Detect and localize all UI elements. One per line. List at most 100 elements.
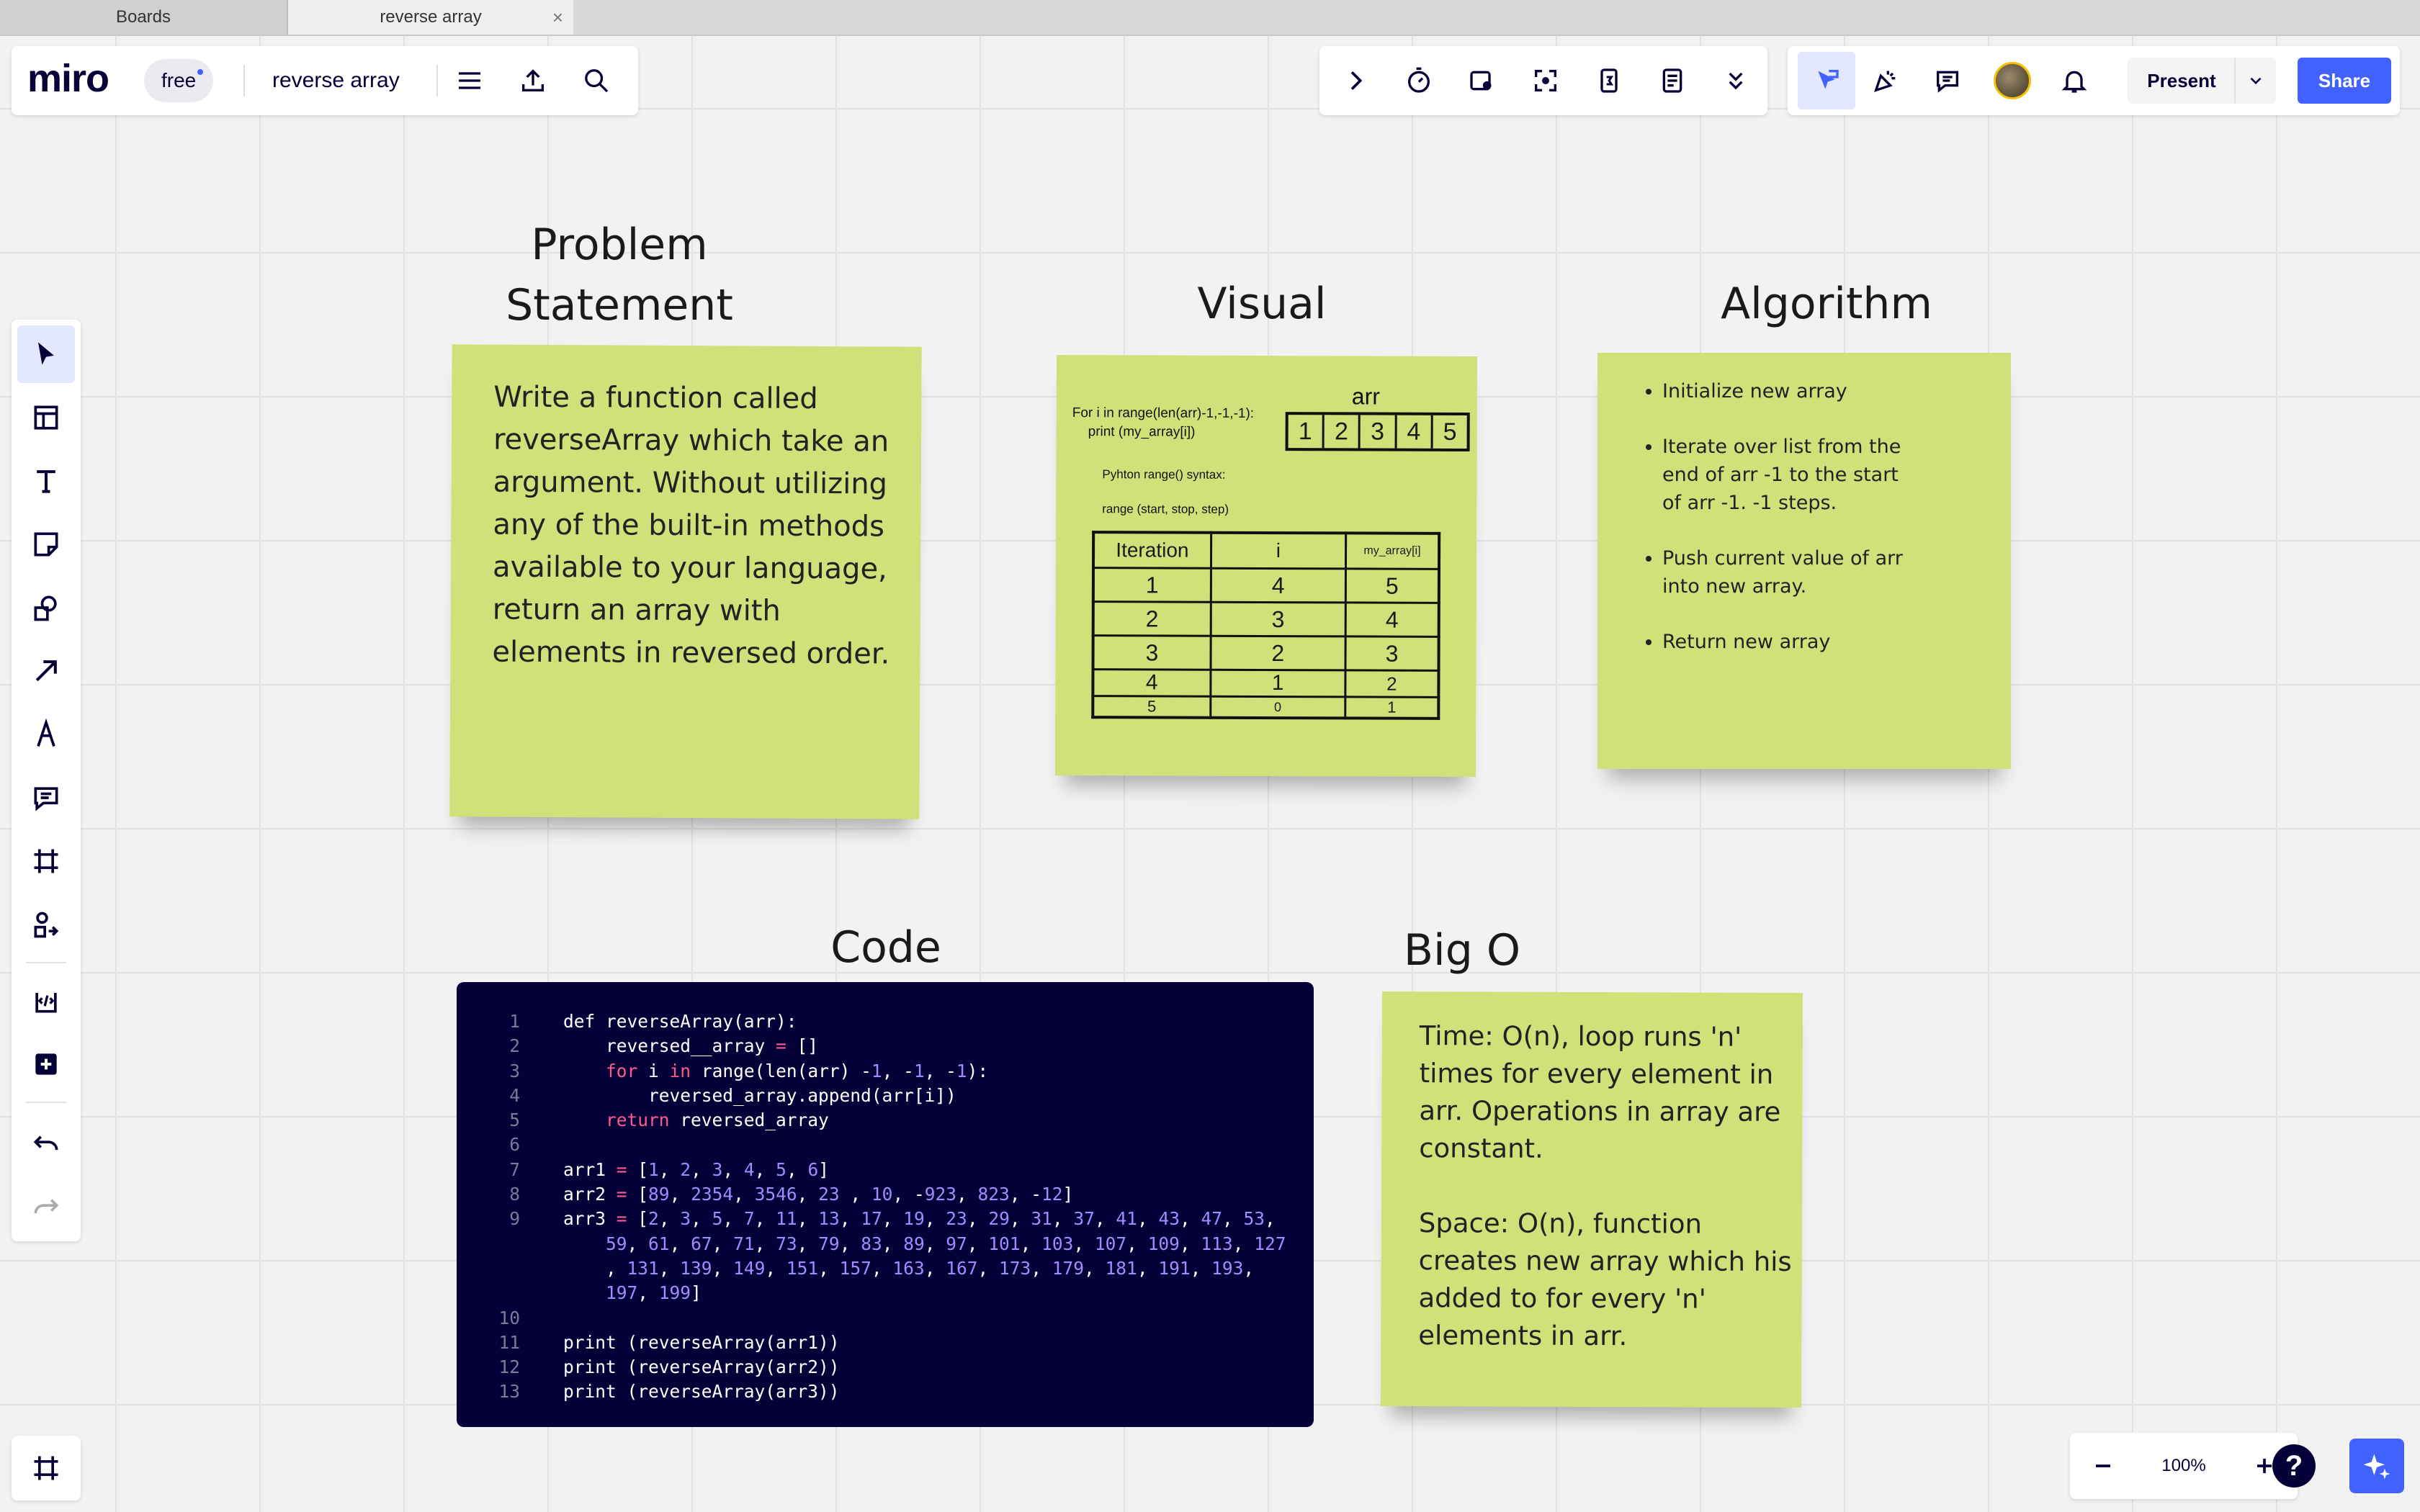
code-embed-icon <box>35 993 57 1013</box>
voting-icon <box>1600 68 1618 93</box>
search-icon <box>585 69 609 93</box>
table-row: 1 4 5 <box>1093 567 1439 603</box>
sticky-note-algorithm[interactable]: Initialize new array Iterate over list f… <box>1597 353 2011 769</box>
help-button[interactable]: ? <box>2272 1444 2316 1488</box>
frames-button[interactable] <box>17 1439 75 1497</box>
more-apps-tool[interactable] <box>17 1035 75 1093</box>
table-cell: 2 <box>1345 670 1439 698</box>
present-button[interactable]: Present <box>2128 58 2236 104</box>
code-text: print (reverseArray(arr2)) <box>563 1356 840 1378</box>
algorithm-step: Return new array <box>1662 628 1922 656</box>
focus-icon <box>1535 70 1556 91</box>
algorithm-heading: Algorithm <box>1721 279 1932 329</box>
sticky-note-visual[interactable]: For i in range(len(arr)-1,-1,-1): print … <box>1054 354 1478 778</box>
algorithm-steps: Initialize new array Iterate over list f… <box>1641 377 1922 683</box>
reactions-button[interactable] <box>1867 62 1904 99</box>
select-tool[interactable] <box>17 325 75 383</box>
board-tools-panel <box>1319 46 1767 115</box>
pen-tool[interactable] <box>17 706 75 763</box>
sticky-note-tool[interactable] <box>17 516 75 573</box>
undo-icon <box>33 1135 58 1151</box>
notifications-button[interactable] <box>2056 62 2093 99</box>
focus-button[interactable] <box>1527 62 1564 99</box>
comment-tool[interactable] <box>17 769 75 827</box>
text-tool[interactable] <box>17 452 75 510</box>
browser-tab-reverse-array[interactable]: reverse array × <box>288 0 573 35</box>
browser-tab-boards[interactable]: Boards <box>0 0 288 35</box>
diagram-icon <box>34 912 59 938</box>
table-cell: 2 <box>1093 601 1211 636</box>
collaboration-cursor-button[interactable] <box>1798 52 1855 109</box>
avatar[interactable] <box>1994 62 2031 99</box>
export-button[interactable] <box>514 62 552 99</box>
frames-panel-button[interactable] <box>12 1436 81 1500</box>
code-line: 59, 61, 67, 71, 73, 79, 83, 89, 97, 101,… <box>477 1233 1286 1254</box>
notes-button[interactable] <box>1654 62 1691 99</box>
array-cell: 5 <box>1443 418 1457 446</box>
embed-tool[interactable] <box>17 972 75 1030</box>
line-number: 9 <box>509 1208 520 1230</box>
frame-tool[interactable] <box>17 832 75 890</box>
zoom-out-button[interactable] <box>2084 1447 2122 1485</box>
close-icon[interactable]: × <box>552 0 563 35</box>
problem-heading-line2: Statement <box>506 280 733 330</box>
voting-button[interactable] <box>1590 62 1628 99</box>
visual-for-line1: For i in range(len(arr)-1,-1,-1): <box>1072 405 1255 421</box>
timer-button[interactable] <box>1400 62 1438 99</box>
zoom-controls: 100% <box>2070 1433 2298 1499</box>
shapes-tool[interactable] <box>17 579 75 636</box>
timer-icon <box>1408 67 1430 93</box>
code-lines: 1 def reverseArray(arr): 2 reversed__arra… <box>477 1009 1286 1405</box>
code-text: arr1 = [1, 2, 3, 4, 5, 6] <box>563 1158 829 1180</box>
code-text: , 131, 139, 149, 151, 157, 163, 167, 173… <box>563 1257 1255 1279</box>
templates-icon <box>34 405 58 430</box>
code-line: 12 print (reverseArray(arr2)) <box>477 1356 840 1378</box>
share-button[interactable]: Share <box>2298 58 2391 104</box>
code-block[interactable]: 1 def reverseArray(arr): 2 reversed__arra… <box>457 982 1314 1427</box>
visual-arr-label: arr <box>1351 383 1380 410</box>
code-line: 11 print (reverseArray(arr1)) <box>477 1332 839 1353</box>
video-icon <box>1470 71 1492 91</box>
visual-for-loop-text: For i in range(len(arr)-1,-1,-1): print … <box>1072 404 1255 442</box>
problem-heading: Problem Statement <box>475 215 763 336</box>
sticky-note-big-o[interactable]: Time: O(n), loop runs 'n' times for ever… <box>1380 991 1803 1408</box>
pen-icon <box>37 719 55 747</box>
code-text: arr2 = [89, 2354, 3546, 23 , 10, -923, 8… <box>563 1184 1074 1205</box>
notification-dot <box>197 69 204 75</box>
code-heading: Code <box>830 922 941 973</box>
code-text: print (reverseArray(arr3)) <box>563 1381 840 1403</box>
code-text: 59, 61, 67, 71, 73, 79, 83, 89, 97, 101,… <box>606 1233 1286 1254</box>
connector-tool[interactable] <box>17 642 75 700</box>
plus-square-icon <box>35 1053 57 1075</box>
comments-button[interactable] <box>1929 62 1966 99</box>
table-row: 5 0 1 <box>1093 696 1439 719</box>
search-button[interactable] <box>578 62 615 99</box>
code-line: 6 <box>477 1134 563 1155</box>
code-line: 7 arr1 = [1, 2, 3, 4, 5, 6] <box>477 1159 829 1180</box>
plan-badge[interactable]: free <box>144 59 214 102</box>
zoom-level[interactable]: 100% <box>2141 1433 2227 1499</box>
array-cell: 4 <box>1397 415 1433 449</box>
divider <box>436 65 438 96</box>
redo-button[interactable] <box>17 1178 75 1236</box>
arrow-icon <box>35 660 57 682</box>
visual-for-line2: print (my_array[i]) <box>1088 424 1196 440</box>
templates-tool[interactable] <box>17 389 75 446</box>
diagram-tool[interactable] <box>17 896 75 953</box>
present-options-button[interactable] <box>2234 58 2276 104</box>
more-tools-button[interactable] <box>1717 62 1754 99</box>
expand-tools-button[interactable] <box>1337 62 1374 99</box>
undo-button[interactable] <box>17 1115 75 1172</box>
ai-assist-button[interactable] <box>2349 1439 2404 1493</box>
video-chat-button[interactable] <box>1464 62 1501 99</box>
table-cell: 4 <box>1345 602 1439 637</box>
frame-icon <box>34 1456 58 1480</box>
board-header-panel: miro free reverse array <box>12 46 638 115</box>
table-header: my_array[i] <box>1345 533 1440 570</box>
menu-button[interactable] <box>451 62 488 99</box>
code-text: def reverseArray(arr): <box>563 1011 797 1032</box>
miro-logo[interactable]: miro <box>27 56 109 101</box>
sticky-note-problem[interactable]: Write a function called reverseArray whi… <box>449 344 922 819</box>
cursor-icon <box>38 342 54 365</box>
board-title[interactable]: reverse array <box>272 46 400 115</box>
